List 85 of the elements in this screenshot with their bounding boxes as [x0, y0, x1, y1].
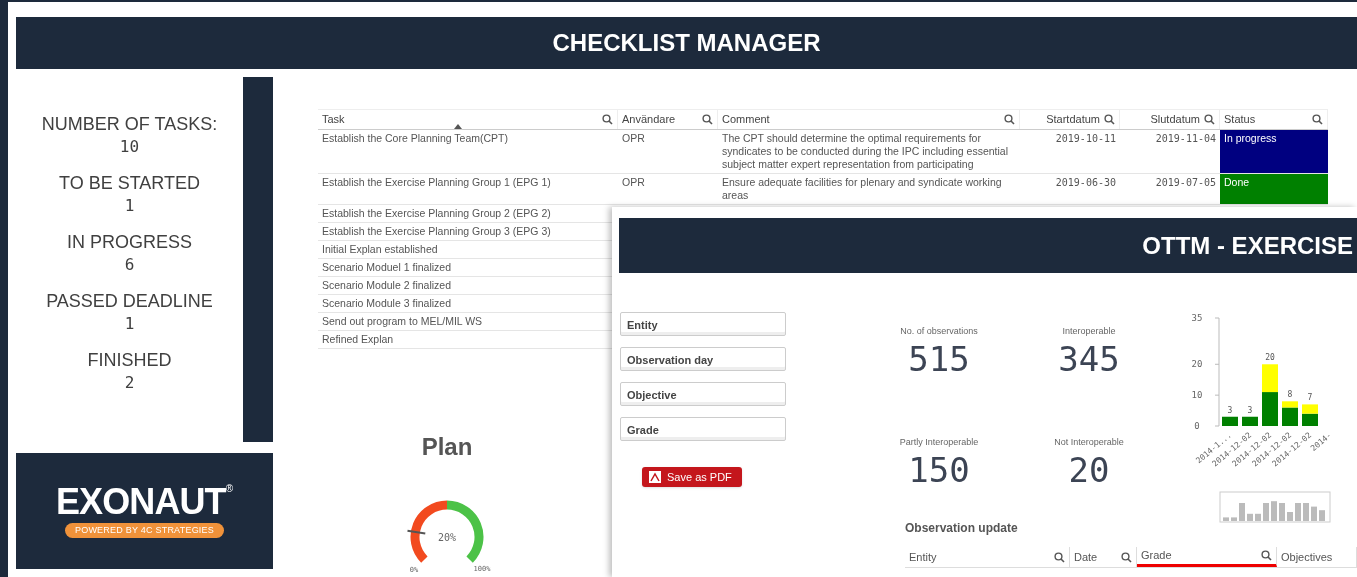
- chart-bar[interactable]: [1222, 416, 1238, 426]
- app-title: CHECKLIST MANAGER: [552, 27, 821, 58]
- registered-mark: ®: [225, 483, 234, 494]
- kpi-value: 345: [1058, 338, 1120, 379]
- table-cell-text: 2019-10-11: [1054, 132, 1117, 146]
- kpi-value: 20: [1068, 449, 1110, 490]
- kpi-value: 515: [908, 338, 970, 379]
- column-header[interactable]: Objectives: [1277, 547, 1357, 567]
- table-cell-text: Scenario Module 3 finalized: [321, 296, 452, 311]
- stat-label: IN PROGRESS: [67, 231, 192, 253]
- status-cell: In progress: [1220, 130, 1328, 173]
- table-cell-text: Establish the Core Planning Team(CPT): [321, 131, 509, 146]
- axis-tick-label: 10: [1191, 390, 1203, 401]
- table-cell-text: Ensure adequate facilities for plenary and syndicate working areas: [721, 175, 1003, 203]
- stat-label: PASSED DEADLINE: [46, 290, 213, 312]
- data-label: 20: [1265, 353, 1275, 363]
- filter-box[interactable]: Observation day: [620, 347, 786, 371]
- data-label: 8: [1287, 390, 1293, 400]
- kpi-label: No. of observations: [900, 325, 978, 338]
- table-cell-text: 2019-07-05: [1154, 176, 1217, 190]
- table-cell-text: Establish the Exercise Planning Group 1 (EPG 1): [321, 175, 552, 190]
- filter-box[interactable]: Objective: [620, 382, 786, 406]
- search-icon[interactable]: [1261, 550, 1272, 561]
- stat-label: NUMBER OF TASKS:: [41, 113, 218, 135]
- search-icon[interactable]: [602, 114, 613, 125]
- stat-value: 2: [124, 372, 135, 394]
- section-title: Observation update: [905, 520, 1019, 537]
- search-icon[interactable]: [1204, 114, 1215, 125]
- stat-label: TO BE STARTED: [59, 172, 200, 194]
- search-icon[interactable]: [1121, 551, 1132, 563]
- kpi-label: Partly Interoperable: [899, 436, 979, 449]
- kpi-value: 150: [908, 449, 970, 490]
- gauge-reading: 20%: [437, 532, 457, 543]
- table-cell-text: OPR: [621, 131, 646, 146]
- search-icon[interactable]: [702, 114, 713, 125]
- kpi-label: Interoperable: [1062, 325, 1116, 338]
- axis-tick-label: 0: [1194, 421, 1200, 431]
- table-cell-text: Establish the Exercise Planning Group 3 (EPG 3): [321, 224, 552, 239]
- column-header[interactable]: Entity: [905, 547, 1070, 567]
- stat-value: 10: [119, 136, 140, 158]
- status-cell: Done: [1220, 174, 1328, 204]
- chart-bar[interactable]: [1242, 416, 1258, 426]
- column-header[interactable]: Grade: [1137, 547, 1277, 567]
- column-header[interactable]: Startdatum: [1020, 110, 1120, 129]
- column-header[interactable]: Date: [1070, 547, 1137, 567]
- filter-box[interactable]: Entity: [620, 312, 786, 336]
- search-icon[interactable]: [1312, 114, 1323, 125]
- chart-bar[interactable]: [1262, 364, 1278, 393]
- stat-label: FINISHED: [87, 349, 172, 371]
- kpi-label: Not Interoperable: [1054, 436, 1124, 449]
- stat-value: 1: [124, 313, 135, 335]
- table-cell-text: 2019-06-30: [1054, 176, 1117, 190]
- filter-box[interactable]: Grade: [620, 417, 786, 441]
- column-header[interactable]: Comment: [718, 110, 1020, 129]
- table-cell-text: OPR: [621, 175, 646, 190]
- table-cell-text: Refined Explan: [321, 332, 395, 347]
- column-header[interactable]: Användare: [618, 110, 718, 129]
- axis-tick-label: 35: [1191, 313, 1203, 323]
- window-title: OTTM - EXERCISE: [1142, 230, 1353, 261]
- data-label: 3: [1247, 405, 1253, 415]
- table-cell-text: Initial Explan established: [321, 242, 439, 257]
- pdf-icon: [648, 470, 662, 484]
- column-header[interactable]: Task: [318, 110, 618, 129]
- logo-wordmark: EXONAUT: [55, 483, 226, 520]
- logo-tagline: POWERED BY 4C STRATEGIES: [64, 522, 225, 539]
- overview-scrollbar-drawing[interactable]: [1219, 491, 1331, 523]
- table-cell-text: Scenario Moduel 1 finalized: [321, 260, 452, 275]
- search-icon[interactable]: [1054, 551, 1065, 563]
- data-label: 7: [1307, 393, 1313, 403]
- search-icon[interactable]: [1104, 114, 1115, 125]
- column-header[interactable]: Slutdatum: [1120, 110, 1220, 129]
- chart-bar[interactable]: [1282, 407, 1298, 426]
- data-label: 3: [1227, 405, 1233, 415]
- stat-value: 1: [124, 195, 135, 217]
- table-cell-text: Establish the Exercise Planning Group 2 (EPG 2): [321, 206, 552, 221]
- save-pdf-button[interactable]: Save as PDF: [642, 467, 742, 487]
- table-cell-text: Scenario Module 2 finalized: [321, 278, 452, 293]
- stat-value: 6: [124, 254, 135, 276]
- table-cell-text: 2019-11-04: [1154, 132, 1217, 146]
- table-cell-text: Send out program to MEL/MIL WS: [321, 314, 484, 329]
- axis-tick-label: 20: [1191, 359, 1203, 370]
- column-header[interactable]: Status: [1220, 110, 1328, 129]
- table-cell-text: The CPT should determine the optimal requirements for syndicates to be conducted during the IPC including essential subject matter expert representation from participating: [721, 131, 1009, 172]
- gauge-title: Plan: [421, 432, 473, 462]
- search-icon[interactable]: [1004, 114, 1015, 125]
